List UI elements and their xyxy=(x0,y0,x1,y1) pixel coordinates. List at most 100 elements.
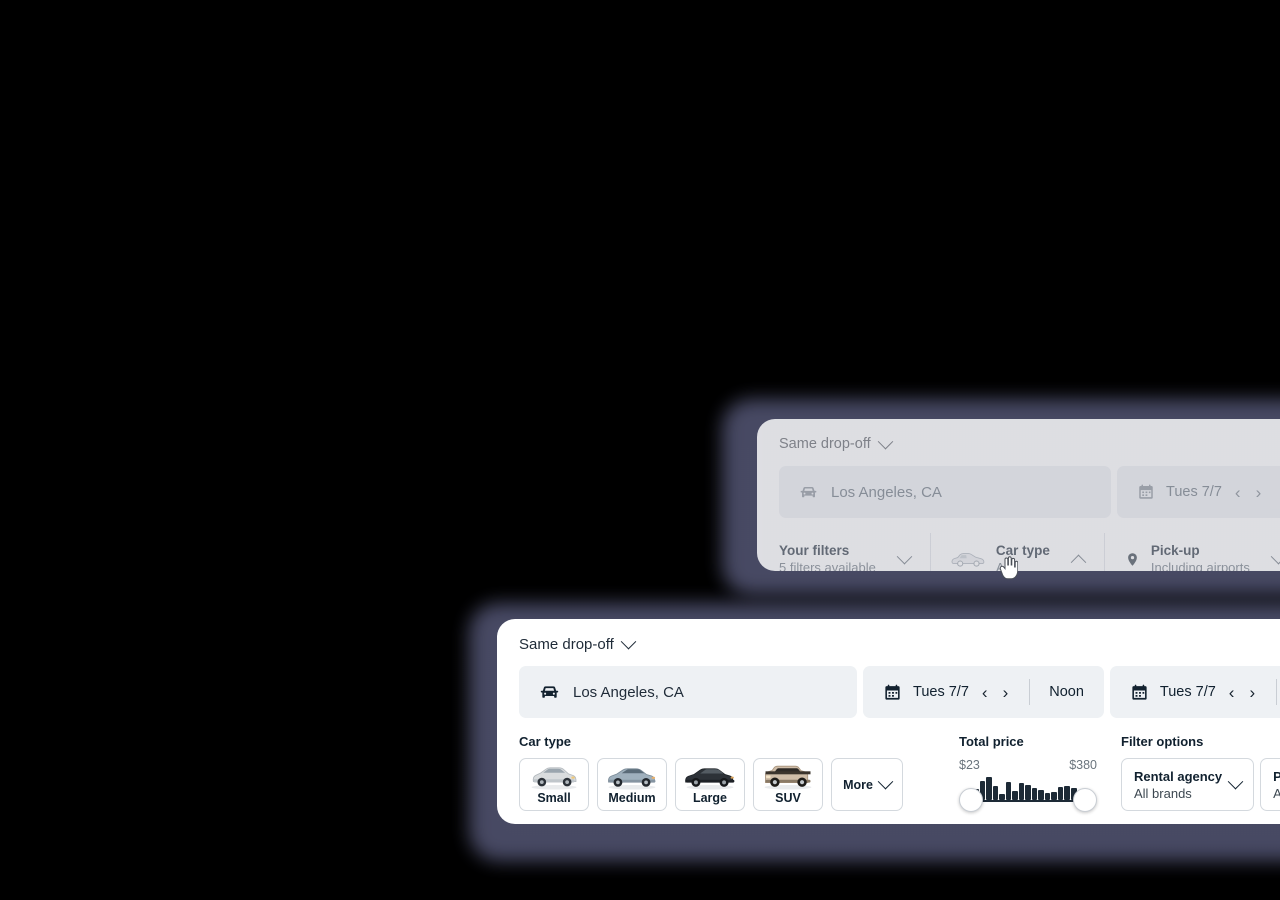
tab-your-filters[interactable]: Your filters 5 filters available xyxy=(779,533,931,571)
pickup-date-prev-button-front[interactable]: ‹ xyxy=(980,684,990,701)
rental-agency-select[interactable]: Rental agency All brands xyxy=(1121,758,1255,811)
price-slider-max-handle[interactable] xyxy=(1073,788,1097,812)
car-type-option-small[interactable]: Small xyxy=(519,758,589,811)
pickup-date-field-front[interactable]: Tues 7/7 ‹ › Noon xyxy=(863,666,1104,718)
filter-options-selects: Rental agency All brands Policies All xyxy=(1121,758,1280,811)
location-value-front: Los Angeles, CA xyxy=(573,683,684,701)
price-range-labels: $23 $380 xyxy=(959,758,1097,772)
pickup-date-value-front: Tues 7/7 xyxy=(913,684,969,700)
dropoff-type-selector[interactable]: Same drop-off xyxy=(779,433,893,455)
rental-agency-label: Rental agency xyxy=(1134,768,1223,784)
car-front-icon xyxy=(800,486,817,497)
tab-car-type[interactable]: Car type All xyxy=(930,533,1105,571)
tab-your-filters-title: Your filters xyxy=(779,543,850,558)
car-type-option-large-label: Large xyxy=(692,791,728,805)
car-front-icon xyxy=(540,685,559,698)
car-type-group: Car type Small Medium Large SUV More xyxy=(519,734,903,811)
dropoff-type-selector-front[interactable]: Same drop-off xyxy=(519,633,637,655)
chevron-down-icon xyxy=(896,548,913,564)
filter-options-title: Filter options xyxy=(1121,734,1204,749)
filter-panel: Car type Small Medium Large SUV More Tot… xyxy=(519,734,1280,813)
map-pin-icon xyxy=(1127,552,1137,566)
search-row: Los Angeles, CA Tues 7/7 ‹ › xyxy=(779,466,1280,518)
price-histogram-bar xyxy=(986,777,992,800)
medium-car-image xyxy=(608,768,656,790)
price-histogram-bar xyxy=(1038,790,1044,800)
price-histogram-bar xyxy=(1057,787,1064,800)
suv-car-image xyxy=(764,765,812,790)
price-histogram-bar xyxy=(1005,781,1012,800)
filter-tab-strip: Your filters 5 filters available Car typ… xyxy=(779,533,1280,571)
car-side-icon xyxy=(951,553,985,567)
price-slider-min-handle[interactable] xyxy=(959,788,983,812)
car-type-option-suv[interactable]: SUV xyxy=(753,758,823,811)
calendar-icon xyxy=(1132,684,1147,700)
filter-options-group: Filter options Rental agency All brands xyxy=(1121,734,1280,811)
chevron-down-icon xyxy=(1227,773,1244,790)
field-divider xyxy=(1029,679,1031,705)
car-type-option-small-label: Small xyxy=(537,791,571,805)
search-filter-card: Same drop-off Los Angeles, CA Tues 7/7 ‹ xyxy=(497,619,1280,824)
pickup-date-next-button-front[interactable]: › xyxy=(1001,684,1011,701)
car-type-option-large[interactable]: Large xyxy=(675,758,745,811)
pickup-date-next-button[interactable]: › xyxy=(1254,484,1264,501)
chevron-down-icon xyxy=(620,633,637,649)
car-type-more-label: More xyxy=(843,777,873,792)
car-type-option-medium[interactable]: Medium xyxy=(597,758,667,811)
tab-pick-up-title: Pick-up xyxy=(1150,543,1200,558)
location-field-front[interactable]: Los Angeles, CA xyxy=(519,666,857,718)
chevron-up-icon xyxy=(1070,554,1087,570)
policies-label: Policies xyxy=(1273,768,1280,784)
price-range-slider[interactable] xyxy=(959,773,1097,813)
car-type-option-medium-label: Medium xyxy=(608,791,656,805)
slider-track xyxy=(969,799,1087,802)
tab-car-type-subtitle: All xyxy=(995,560,1011,571)
dropoff-date-field-front[interactable]: Tues 7/7 ‹ › N xyxy=(1109,666,1280,718)
total-price-group: Total price $23 $380 xyxy=(959,734,1097,813)
policies-value: All xyxy=(1273,785,1280,801)
chevron-down-icon xyxy=(1270,548,1280,564)
car-type-options: Small Medium Large SUV More xyxy=(519,758,903,811)
tab-your-filters-subtitle: 5 filters available xyxy=(779,560,876,571)
price-max-label: $380 xyxy=(1069,758,1097,772)
price-min-label: $23 xyxy=(959,758,980,772)
car-type-option-suv-label: SUV xyxy=(775,791,801,805)
policies-select[interactable]: Policies All xyxy=(1260,758,1280,811)
chevron-down-icon xyxy=(877,773,894,790)
location-field[interactable]: Los Angeles, CA xyxy=(779,466,1111,518)
field-divider xyxy=(1276,679,1278,705)
pickup-date-value: Tues 7/7 xyxy=(1166,484,1222,500)
pickup-time-value[interactable]: Noon xyxy=(1049,684,1084,700)
pickup-date-prev-button[interactable]: ‹ xyxy=(1233,484,1243,501)
price-histogram-bar xyxy=(1064,786,1070,800)
dropoff-type-label-front: Same drop-off xyxy=(519,635,614,653)
location-value: Los Angeles, CA xyxy=(831,483,942,501)
calendar-icon xyxy=(1139,484,1153,499)
tab-pick-up[interactable]: Pick-up Including airports xyxy=(1105,533,1280,571)
rental-agency-value: All brands xyxy=(1134,785,1192,801)
price-histogram-bar xyxy=(1025,784,1031,800)
price-histogram xyxy=(973,774,1084,800)
search-row-front: Los Angeles, CA Tues 7/7 ‹ › Noon Tues 7… xyxy=(519,666,1280,718)
screen: Same drop-off Los Angeles, CA Tues 7/7 ‹ xyxy=(0,0,1280,900)
chevron-down-icon xyxy=(877,433,893,449)
car-type-more-button[interactable]: More xyxy=(831,758,903,811)
price-histogram-bar xyxy=(992,785,999,800)
dropoff-date-value: Tues 7/7 xyxy=(1159,684,1216,700)
pickup-date-field[interactable]: Tues 7/7 ‹ › xyxy=(1117,466,1280,518)
car-type-title: Car type xyxy=(519,734,572,749)
search-card-background: Same drop-off Los Angeles, CA Tues 7/7 ‹ xyxy=(757,419,1280,571)
small-car-image xyxy=(531,767,577,790)
price-histogram-bar xyxy=(1012,791,1018,800)
large-car-image xyxy=(685,768,735,790)
dropoff-type-label: Same drop-off xyxy=(779,436,871,452)
price-histogram-bar xyxy=(1018,783,1025,800)
dropoff-date-prev-button[interactable]: ‹ xyxy=(1227,684,1237,701)
calendar-icon xyxy=(885,684,900,700)
total-price-title: Total price xyxy=(959,734,1024,749)
price-histogram-bar xyxy=(1051,791,1057,800)
tab-pick-up-subtitle: Including airports xyxy=(1150,560,1250,571)
price-histogram-bar xyxy=(1044,792,1051,800)
tab-car-type-title: Car type xyxy=(995,543,1050,558)
dropoff-date-next-button[interactable]: › xyxy=(1247,684,1257,701)
